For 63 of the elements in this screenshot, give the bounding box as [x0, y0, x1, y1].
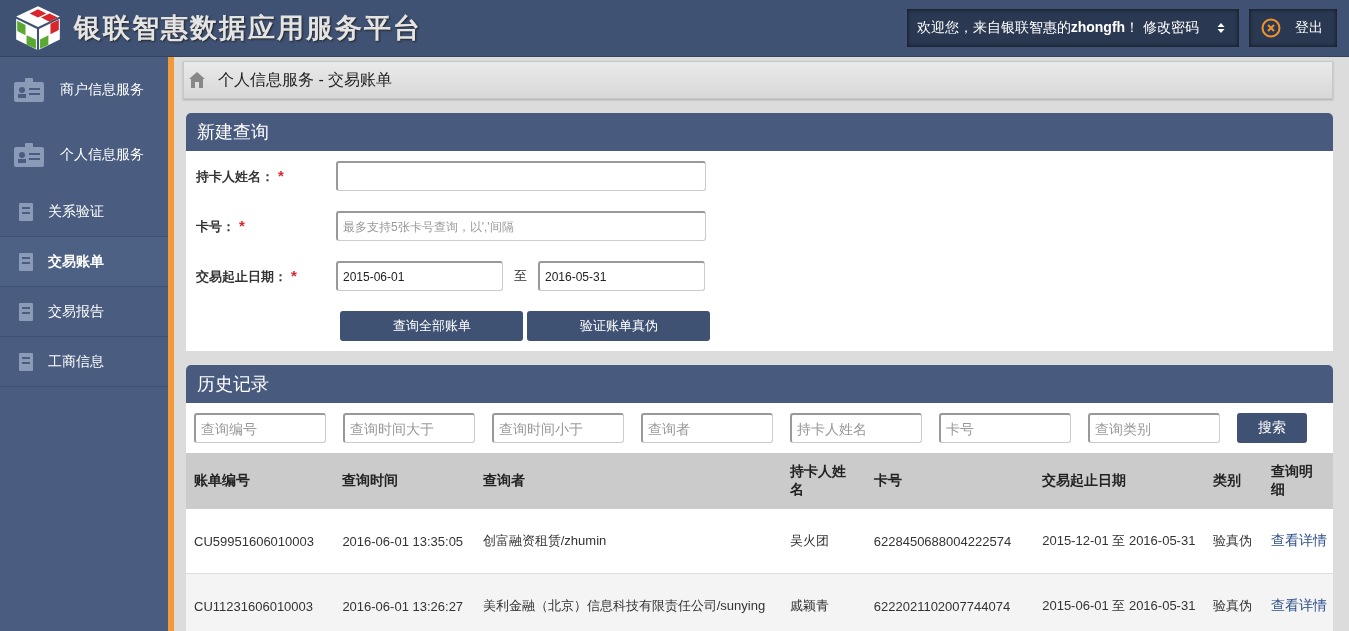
required-mark: *: [278, 166, 284, 184]
range-separator: 至: [513, 267, 528, 285]
required-mark: *: [239, 216, 245, 234]
sidebar-item[interactable]: 交易账单: [0, 237, 168, 287]
date-field[interactable]: 2016-05-31: [538, 261, 705, 291]
home-icon: [188, 71, 206, 89]
table-cell: 2016-06-01 13:26:27: [342, 598, 464, 614]
sidebar-item[interactable]: 商户信息服务: [0, 57, 168, 122]
table-cell: CU11231606010003: [194, 598, 314, 614]
search-button[interactable]: 搜索: [1237, 413, 1307, 443]
details-link[interactable]: 查看详情: [1270, 597, 1327, 613]
column-header: 查询明细: [1270, 463, 1313, 497]
document-icon: [18, 201, 36, 222]
filter-field[interactable]: 查询编号: [194, 413, 326, 443]
column-header: 类别: [1212, 472, 1241, 488]
filter-field[interactable]: 查询时间大于: [343, 413, 475, 443]
user-menu-select[interactable]: 欢迎您，来自银联智惠的zhongfh！ 修改密码: [906, 9, 1239, 47]
site-title: 银联智惠数据应用服务平台: [74, 11, 422, 45]
table-cell: 2015-12-01 至 2016-05-31: [1042, 533, 1196, 548]
filter-field[interactable]: 持卡人姓名: [790, 413, 922, 443]
id-card-icon: [14, 77, 44, 102]
filter-field[interactable]: 卡号: [939, 413, 1071, 443]
filter-field[interactable]: 查询时间小于: [492, 413, 624, 443]
column-header: 账单编号: [194, 472, 250, 488]
table-cell: 吴火团: [789, 533, 829, 548]
table-cell: 戚颖青: [789, 598, 829, 613]
table-cell: 2015-06-01 至 2016-05-31: [1042, 598, 1196, 613]
table-cell: 2016-06-01 13:35:05: [342, 533, 464, 549]
column-header: 查询者: [482, 472, 525, 488]
table-cell: 6222021102007744074: [873, 598, 1011, 614]
up-down-caret-icon: [1217, 22, 1225, 34]
close-circle-icon: [1261, 18, 1281, 38]
panel-title: 历史记录: [197, 373, 269, 396]
document-icon: [18, 351, 36, 372]
id-card-icon: [14, 142, 44, 167]
required-mark: *: [291, 266, 297, 284]
sidebar-item[interactable]: 个人信息服务: [0, 122, 168, 187]
field-label: 交易起止日期：: [196, 267, 287, 286]
table-cell: 验真伪: [1212, 598, 1252, 613]
field-label: 卡号：: [196, 217, 235, 236]
table-cell: 6228450688004222574: [873, 533, 1012, 549]
table-cell: CU59951606010003: [194, 533, 314, 549]
document-icon: [18, 301, 36, 322]
column-header: 查询时间: [342, 472, 399, 488]
filter-field[interactable]: 查询类别: [1088, 413, 1220, 443]
table-cell: 美利金融（北京）信息科技有限责任公司/sunying: [482, 598, 766, 613]
column-header: 卡号: [873, 472, 902, 488]
date-field[interactable]: 2015-06-01: [336, 261, 503, 291]
panel-title: 新建查询: [197, 121, 269, 144]
query-button[interactable]: 查询全部账单: [340, 311, 523, 341]
details-link[interactable]: 查看详情: [1270, 532, 1327, 548]
filter-field[interactable]: 查询者: [641, 413, 773, 443]
column-header: 持卡人姓名: [789, 463, 846, 497]
document-icon: [18, 251, 36, 272]
table-cell: 验真伪: [1212, 533, 1252, 548]
input-field[interactable]: [336, 161, 706, 191]
logout-button[interactable]: 登出: [1249, 9, 1337, 47]
column-header: 交易起止日期: [1042, 472, 1127, 488]
query-button[interactable]: 验证账单真伪: [527, 311, 710, 341]
table-cell: 创富融资租赁/zhumin: [482, 533, 607, 548]
breadcrumb-text: 个人信息服务 - 交易账单: [218, 69, 393, 90]
field-label: 持卡人姓名：: [196, 167, 274, 186]
input-field[interactable]: 最多支持5张卡号查询，以','间隔: [336, 211, 706, 241]
